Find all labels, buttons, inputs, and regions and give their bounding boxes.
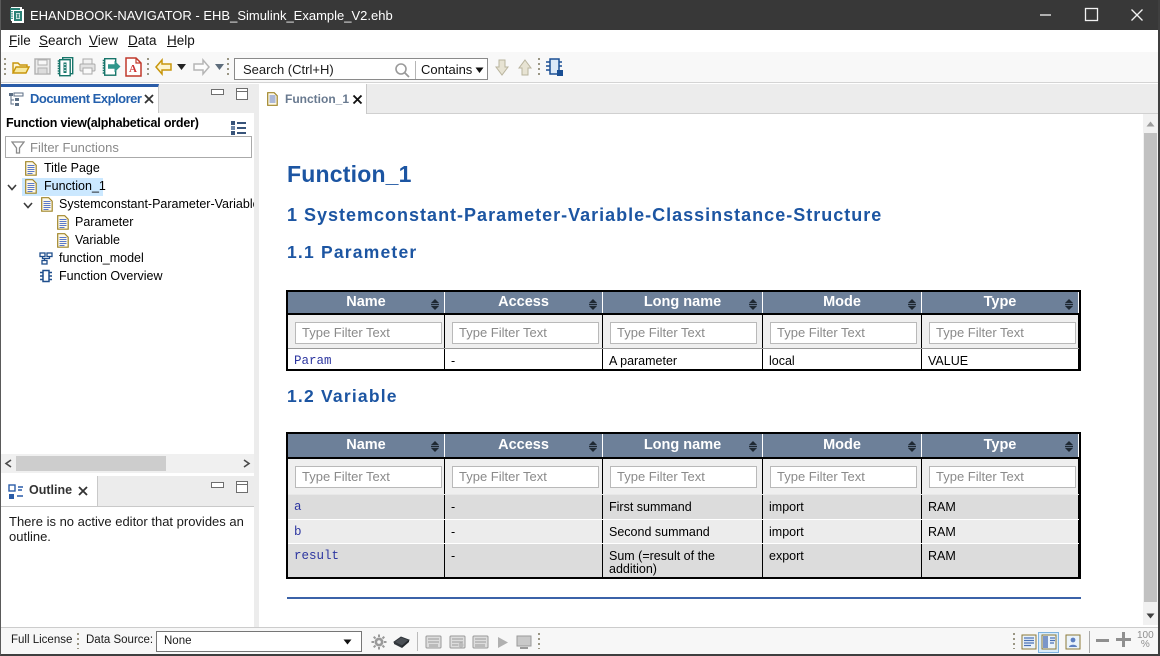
svg-text:A: A <box>129 63 137 75</box>
